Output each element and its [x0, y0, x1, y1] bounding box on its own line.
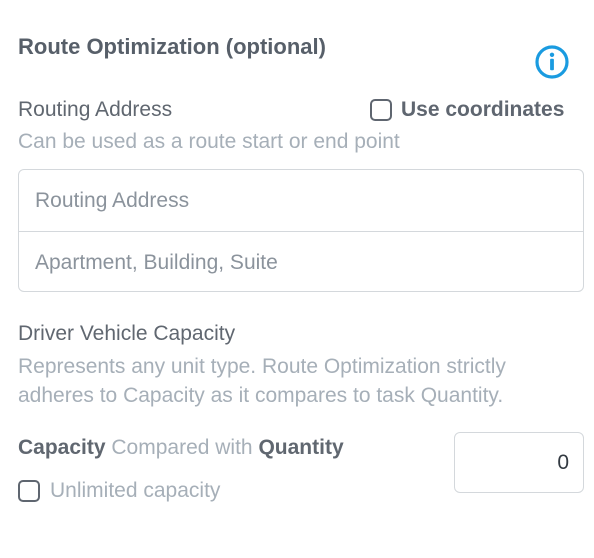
- address-field-group: [18, 169, 584, 292]
- capacity-compare-label: Capacity Compared with Quantity: [18, 435, 344, 461]
- use-coordinates-toggle[interactable]: Use coordinates: [370, 96, 564, 124]
- capacity-word: Capacity: [18, 436, 106, 459]
- routing-address-label: Routing Address: [18, 98, 173, 121]
- use-coordinates-checkbox[interactable]: [370, 99, 392, 121]
- unlimited-capacity-toggle[interactable]: Unlimited capacity: [18, 477, 220, 505]
- capacity-input[interactable]: [454, 432, 584, 493]
- compared-with-text: Compared with: [105, 436, 259, 459]
- routing-address-hint: Can be used as a route start or end poin…: [18, 130, 400, 153]
- info-icon[interactable]: [534, 44, 570, 80]
- apartment-suite-input[interactable]: [19, 232, 583, 291]
- section-title: Route Optimization (optional): [18, 34, 326, 59]
- unlimited-capacity-checkbox[interactable]: [18, 480, 40, 502]
- capacity-hint-line-2: adheres to Capacity as it compares to ta…: [18, 384, 504, 407]
- route-optimization-panel: Route Optimization (optional) Routing Ad…: [0, 0, 594, 558]
- quantity-word: Quantity: [258, 436, 344, 459]
- capacity-hint-line-1: Represents any unit type. Route Optimiza…: [18, 355, 506, 378]
- routing-address-input[interactable]: [19, 170, 583, 231]
- vehicle-capacity-label: Driver Vehicle Capacity: [18, 322, 236, 345]
- unlimited-capacity-label: Unlimited capacity: [50, 479, 221, 502]
- use-coordinates-label: Use coordinates: [401, 98, 565, 121]
